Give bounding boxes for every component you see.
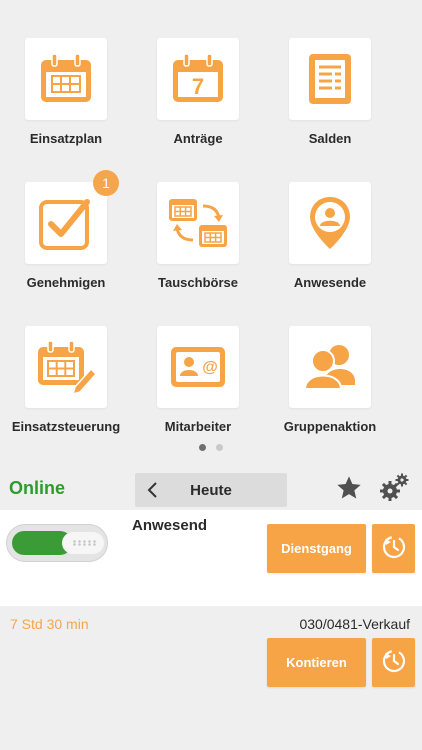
tile-label: Gruppenaktion: [283, 419, 377, 434]
tile-box: [25, 38, 107, 120]
cost-center: 030/0481-Verkauf: [299, 616, 410, 632]
tile-label: Einsatzsteuerung: [11, 419, 121, 434]
calendar-seven-icon: 7: [170, 52, 226, 106]
tile-label: Salden: [308, 131, 352, 146]
app-grid: Einsatzplan 7 Anträge Salden 1 Genehmige…: [0, 0, 422, 440]
clock-history-button[interactable]: [372, 524, 415, 573]
dienstgang-button[interactable]: Dienstgang: [267, 524, 366, 573]
clock-history-button[interactable]: [372, 638, 415, 687]
contact-card-icon: @: [168, 343, 228, 391]
attendance-toggle[interactable]: [6, 524, 108, 562]
day-title: Heute: [190, 482, 232, 499]
tile-box: [289, 326, 371, 408]
tile-label: Genehmigen: [26, 275, 106, 290]
person-location-pin-icon: [307, 194, 353, 252]
tile-box: 1: [25, 170, 119, 264]
clock-refresh-icon: [380, 647, 408, 678]
tile-label: Anträge: [173, 131, 223, 146]
tile-label: Anwesende: [293, 275, 367, 290]
tile-label: Einsatzplan: [29, 131, 103, 146]
page-dot[interactable]: [216, 444, 223, 451]
day-navigator: Heute: [135, 473, 287, 507]
page-dot-active[interactable]: [199, 444, 206, 451]
tile-antraege[interactable]: 7 Anträge: [132, 38, 264, 146]
tile-box: [289, 38, 371, 120]
tile-salden[interactable]: Salden: [264, 38, 396, 146]
svg-text:@: @: [202, 359, 218, 376]
swap-calendars-icon: [167, 194, 229, 252]
group-people-icon: [301, 341, 359, 393]
toggle-grip: [72, 540, 98, 546]
tile-box: [289, 182, 371, 264]
online-status-label: Online: [9, 478, 66, 498]
attendance-panel: Anwesend Dienstgang: [0, 510, 422, 606]
attendance-status-title: Anwesend: [132, 517, 208, 534]
tile-box: [157, 182, 239, 264]
kontieren-button[interactable]: Kontieren: [267, 638, 366, 687]
calendar-edit-icon: [35, 339, 97, 395]
approve-checkbox-icon: [37, 194, 95, 252]
booking-panel: 7 Std 30 min 030/0481-Verkauf Kontieren: [0, 606, 422, 750]
tile-box: 7: [157, 38, 239, 120]
tile-einsatzplan[interactable]: Einsatzplan: [0, 38, 132, 146]
tile-label: Tauschbörse: [158, 275, 238, 290]
calendar-day-number: 7: [192, 74, 204, 99]
clock-refresh-icon: [380, 533, 408, 564]
tile-gruppenaktion[interactable]: Gruppenaktion: [264, 326, 396, 434]
gear-icon[interactable]: [378, 472, 410, 507]
tile-box: [25, 326, 107, 408]
tile-box: @: [157, 326, 239, 408]
worked-hours: 7 Std 30 min: [10, 616, 89, 632]
tile-genehmigen[interactable]: 1 Genehmigen: [0, 170, 132, 290]
notification-badge: 1: [93, 170, 119, 196]
star-icon[interactable]: [335, 474, 363, 507]
calendar-grid-icon: [38, 52, 94, 106]
tile-einsatzsteuerung[interactable]: Einsatzsteuerung: [0, 326, 132, 434]
status-toolbar: Online Heute: [0, 470, 422, 508]
tile-mitarbeiter[interactable]: @ Mitarbeiter: [132, 326, 264, 434]
balance-sheet-icon: [305, 51, 355, 107]
tile-tauschboerse[interactable]: Tauschbörse: [132, 182, 264, 290]
tile-label: Mitarbeiter: [164, 419, 232, 434]
tile-anwesende[interactable]: Anwesende: [264, 182, 396, 290]
page-indicator[interactable]: [0, 444, 422, 451]
